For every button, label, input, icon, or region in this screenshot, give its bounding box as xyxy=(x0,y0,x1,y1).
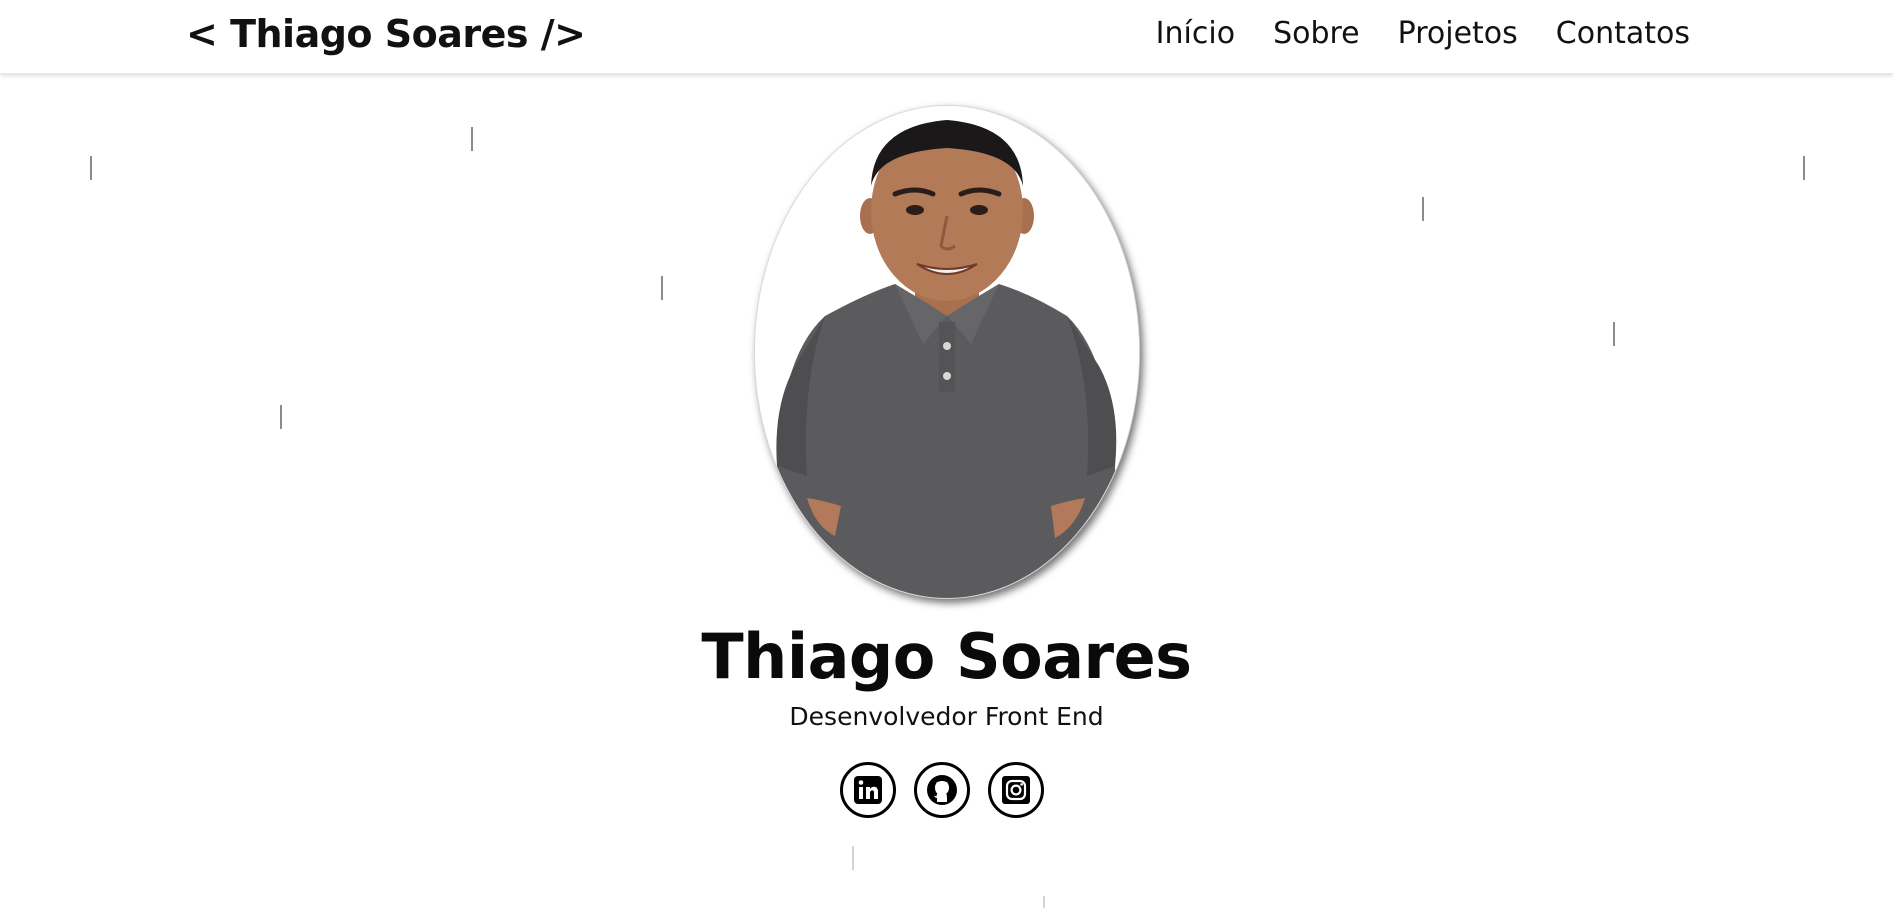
nav-link-contatos[interactable]: Contatos xyxy=(1556,16,1690,51)
hero-name: Thiago Soares xyxy=(701,620,1192,693)
main-nav: Início Sobre Projetos Contatos xyxy=(1156,16,1690,51)
social-links xyxy=(840,762,1044,818)
hero-role: Desenvolvedor Front End xyxy=(789,702,1104,731)
rain-streak xyxy=(852,846,854,870)
rain-streak xyxy=(471,127,473,151)
github-icon xyxy=(927,775,957,805)
nav-link-projetos[interactable]: Projetos xyxy=(1398,16,1518,51)
rain-streak xyxy=(1613,322,1615,346)
linkedin-icon xyxy=(854,776,882,804)
rain-streak xyxy=(1043,896,1045,908)
rain-streak xyxy=(90,156,92,180)
brand-logo[interactable]: < Thiago Soares /> xyxy=(186,12,586,56)
instagram-icon xyxy=(1002,776,1030,804)
top-navbar: < Thiago Soares /> Início Sobre Projetos… xyxy=(0,0,1893,74)
rain-streak xyxy=(1422,197,1424,221)
rain-streak xyxy=(661,276,663,300)
rain-streak xyxy=(1803,156,1805,180)
instagram-link[interactable] xyxy=(988,762,1044,818)
nav-link-inicio[interactable]: Início xyxy=(1156,16,1235,51)
github-link[interactable] xyxy=(914,762,970,818)
nav-link-sobre[interactable]: Sobre xyxy=(1273,16,1360,51)
rain-streak xyxy=(280,405,282,429)
page: < Thiago Soares /> Início Sobre Projetos… xyxy=(0,0,1893,914)
profile-photo xyxy=(754,105,1140,599)
linkedin-link[interactable] xyxy=(840,762,896,818)
